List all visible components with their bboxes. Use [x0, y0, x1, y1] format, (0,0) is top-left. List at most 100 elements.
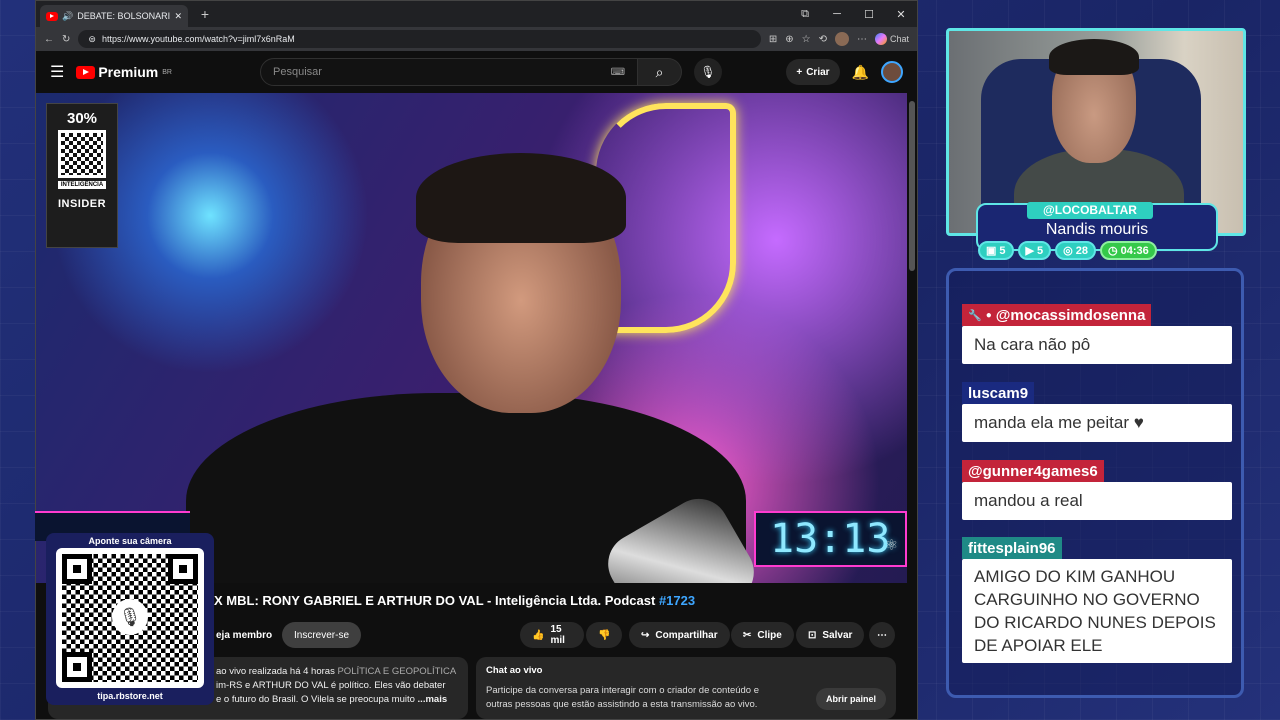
- qr-finder: [62, 652, 92, 682]
- kick-viewers: ◎ 28: [1055, 241, 1096, 260]
- new-tab-button[interactable]: +: [194, 6, 216, 22]
- streamer-name: Nandis mouris: [1045, 221, 1149, 238]
- subscribe-label: Inscrever-se: [294, 629, 350, 641]
- description-more-link[interactable]: ...mais: [418, 694, 448, 705]
- clip-label: Clipe: [757, 629, 782, 641]
- video-player[interactable]: 30% INTELIGÊNCIA INSIDER 13:13 ⚛: [36, 93, 907, 583]
- qr-finder: [62, 554, 92, 584]
- live-chat-box: Chat ao vivo Participe da conversa para …: [476, 657, 896, 719]
- promo-qr-code: [58, 130, 106, 178]
- chat-message: 🔧 ● @mocassimdosenna Na cara não pô: [962, 304, 1232, 364]
- youtube-favicon-icon: [46, 11, 58, 21]
- video-hashtag[interactable]: #1723: [659, 593, 695, 608]
- stat-value: 04:36: [1120, 244, 1149, 257]
- like-button[interactable]: 👍 15 mil: [520, 622, 584, 648]
- stream-uptime: ◷ 04:36: [1099, 241, 1157, 260]
- page-scrollbar[interactable]: [909, 101, 915, 271]
- address-bar[interactable]: ⊜ https://www.youtube.com/watch?v=jiml7x…: [78, 30, 761, 48]
- zoom-icon[interactable]: ⊕: [785, 34, 793, 45]
- youtube-header: ☰ Premium BR Pesquisar ⌨ ⌕ 🎙 + Criar 🔔: [36, 51, 917, 93]
- create-label: Criar: [806, 66, 830, 78]
- browser-tab[interactable]: 🔊 DEBATE: BOLSONARISTA X M… ✕: [40, 5, 188, 27]
- twitch-viewers: ▣ 5: [978, 241, 1014, 260]
- kick-icon: ◎: [1063, 245, 1073, 257]
- chat-text: Na cara não pô: [962, 326, 1232, 364]
- description-meta: ao vivo realizada há 4 horas: [216, 666, 335, 677]
- reload-icon[interactable]: ↻: [62, 34, 70, 45]
- keyboard-icon[interactable]: ⌨: [611, 67, 625, 78]
- live-chat-text: Participe da conversa para interagir com…: [486, 685, 760, 710]
- youtube-logo[interactable]: Premium BR: [76, 64, 172, 80]
- save-label: Salvar: [822, 629, 853, 641]
- favorite-icon[interactable]: ☆: [802, 34, 811, 45]
- brain-icon: ⚛: [886, 534, 897, 555]
- search-input[interactable]: Pesquisar ⌨: [260, 58, 638, 86]
- description-line: im-RS e ARTHUR DO VAL é político. Eles v…: [216, 680, 446, 691]
- chat-username: luscam9: [962, 382, 1035, 404]
- dislike-button[interactable]: 👎: [586, 622, 622, 648]
- extensions-icon[interactable]: ⟲: [819, 34, 827, 45]
- clock-icon: ◷: [1107, 245, 1118, 257]
- scissors-icon: ✂: [743, 629, 752, 641]
- tab-actions-icon[interactable]: ⧉: [789, 8, 821, 21]
- clip-button[interactable]: ✂ Clipe: [731, 622, 794, 648]
- youtube-logo-icon: [76, 65, 96, 79]
- qr-code: 🎙: [56, 548, 204, 688]
- share-button[interactable]: ↪ Compartilhar: [629, 622, 730, 648]
- user-avatar[interactable]: [881, 61, 903, 83]
- open-panel-button[interactable]: Abrir painel: [815, 688, 886, 710]
- region-label: BR: [162, 68, 172, 76]
- qr-overlay: Aponte sua câmera 🎙 tipa.rbstore.net: [46, 533, 214, 705]
- create-button[interactable]: + Criar: [786, 59, 840, 85]
- wrench-icon: 🔧: [968, 309, 982, 322]
- bookmark-icon: ⊡: [808, 629, 817, 641]
- close-tab-icon[interactable]: ✕: [174, 11, 182, 22]
- speaker-icon[interactable]: 🔊: [62, 11, 73, 22]
- more-dots-icon: ⋯: [877, 629, 887, 641]
- live-chat-title: Chat ao vivo: [486, 665, 543, 676]
- notifications-bell-icon[interactable]: 🔔: [852, 64, 869, 81]
- menu-icon[interactable]: ☰: [50, 62, 64, 82]
- close-window-button[interactable]: ✕: [885, 8, 917, 21]
- address-toolbar: ← ↻ ⊜ https://www.youtube.com/watch?v=ji…: [36, 27, 917, 51]
- subscribe-button[interactable]: Inscrever-se: [282, 622, 362, 648]
- profile-avatar[interactable]: [834, 32, 849, 46]
- chat-username-text: @mocassimdosenna: [995, 306, 1146, 324]
- tab-title: DEBATE: BOLSONARISTA X M…: [77, 11, 171, 21]
- site-info-icon[interactable]: ⊜: [88, 34, 96, 45]
- search-icon: ⌕: [655, 63, 664, 80]
- streamer-handle: @LOCOBALTAR: [1027, 202, 1153, 219]
- video-title-text: X MBL: RONY GABRIEL E ARTHUR DO VAL - In…: [214, 593, 656, 608]
- qr-bottom-label: tipa.rbstore.net: [97, 691, 163, 701]
- copilot-icon: [874, 33, 887, 45]
- youtube-viewers: ▶ 5: [1017, 241, 1052, 260]
- qr-top-label: Aponte sua câmera: [88, 536, 172, 546]
- podcast-guest: [186, 133, 765, 583]
- chat-username: 🔧 ● @mocassimdosenna: [962, 304, 1152, 326]
- join-button[interactable]: eja membro: [214, 622, 274, 648]
- copilot-chat-button[interactable]: Chat: [874, 33, 909, 45]
- apps-icon[interactable]: ⊞: [769, 34, 777, 45]
- back-icon[interactable]: ←: [44, 34, 54, 45]
- chat-label: Chat: [889, 34, 909, 44]
- voice-search-button[interactable]: 🎙: [694, 58, 722, 86]
- microphone-icon: 🎙: [700, 65, 716, 79]
- share-label: Compartilhar: [655, 629, 718, 641]
- stat-value: 28: [1075, 244, 1088, 257]
- description-category[interactable]: POLÍTICA E GEOPOLÍTICA: [337, 666, 456, 677]
- search-button[interactable]: ⌕: [638, 58, 682, 86]
- viewer-stats: ▣ 5 ▶ 5 ◎ 28 ◷ 04:36: [978, 241, 1157, 260]
- url-text: https://www.youtube.com/watch?v=jiml7x6n…: [101, 34, 295, 44]
- chat-text: manda ela me peitar ♥: [962, 404, 1232, 442]
- promo-brand: INSIDER: [57, 198, 107, 210]
- promo-label: INTELIGÊNCIA: [57, 181, 107, 189]
- more-icon[interactable]: ⋯: [857, 34, 867, 45]
- qr-finder: [168, 554, 198, 584]
- search-placeholder: Pesquisar: [273, 66, 322, 78]
- more-actions-button[interactable]: ⋯: [869, 622, 895, 648]
- streamer-hair: [1049, 39, 1139, 75]
- minimize-button[interactable]: ─: [821, 8, 853, 21]
- twitch-icon: ▣: [986, 245, 997, 257]
- save-button[interactable]: ⊡ Salvar: [796, 622, 865, 648]
- maximize-button[interactable]: ☐: [853, 8, 885, 21]
